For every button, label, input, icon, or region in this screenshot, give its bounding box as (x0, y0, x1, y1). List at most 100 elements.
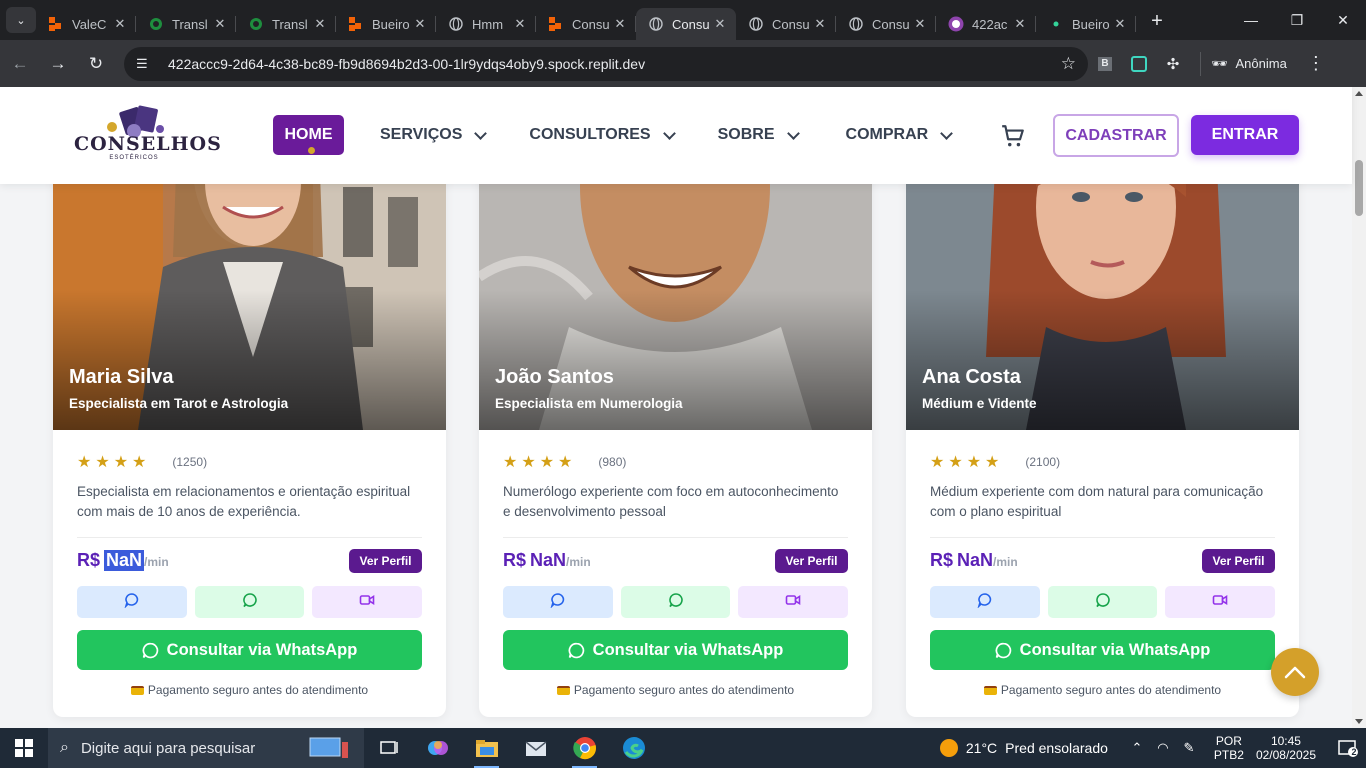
nav-consultants[interactable]: CONSULTORES (529, 126, 676, 144)
close-tab-icon[interactable]: ✕ (612, 16, 628, 32)
credit-card-icon (983, 686, 997, 695)
close-tab-icon[interactable]: ✕ (812, 16, 828, 32)
browser-tab[interactable]: 422ac ✕ (936, 8, 1036, 40)
minimize-icon[interactable]: — (1228, 12, 1274, 29)
incognito-profile[interactable]: 🕶 Anônima (1200, 51, 1297, 76)
back-to-top-button[interactable] (1271, 648, 1319, 696)
video-call-button[interactable] (738, 586, 849, 618)
nav-services[interactable]: SERVIÇOS (380, 126, 488, 144)
tab-title: Bueiro (372, 16, 410, 32)
notifications-icon[interactable]: 2 (1330, 738, 1366, 758)
close-tab-icon[interactable]: ✕ (112, 16, 128, 32)
close-tab-icon[interactable]: ✕ (412, 16, 428, 32)
view-profile-button[interactable]: Ver Perfil (349, 549, 422, 573)
whatsapp-chat-button[interactable] (194, 586, 305, 618)
cart-icon[interactable] (1000, 123, 1026, 149)
task-view-icon[interactable] (364, 728, 413, 768)
divider (77, 537, 422, 538)
view-profile-button[interactable]: Ver Perfil (1202, 549, 1275, 573)
system-tray: 21°C Pred ensolarado ⌃ ◠ ✎ POR PTB2 10:4… (939, 728, 1366, 768)
tab-search-button[interactable]: ⌄ (6, 7, 36, 33)
address-bar[interactable]: ☰ 422accc9-2d64-4c38-bc89-fb9d8694b2d3-0… (124, 46, 1088, 81)
edge-icon[interactable] (609, 728, 658, 768)
browser-tab[interactable]: Bueiro ✕ (336, 8, 436, 40)
close-tab-icon[interactable]: ✕ (1012, 16, 1028, 32)
close-tab-icon[interactable]: ✕ (512, 16, 528, 32)
whatsapp-consult-label: Consultar via WhatsApp (166, 640, 358, 659)
chrome-icon[interactable] (560, 728, 609, 768)
whatsapp-consult-button[interactable]: Consultar via WhatsApp (503, 630, 848, 670)
browser-tab[interactable]: ValeC ✕ (36, 8, 136, 40)
close-tab-icon[interactable]: ✕ (312, 16, 328, 32)
chat-button[interactable] (930, 586, 1040, 618)
active-dot (308, 147, 315, 154)
reload-icon[interactable]: ↻ (78, 46, 114, 82)
browser-tab[interactable]: Consu ✕ (536, 8, 636, 40)
chevron-down-icon (940, 126, 954, 140)
windows-start-icon[interactable] (0, 728, 48, 768)
whatsapp-icon (668, 592, 684, 613)
extension-b-icon[interactable]: B (1088, 56, 1122, 71)
browser-tab[interactable]: Hmm ✕ (436, 8, 536, 40)
consultant-description: Especialista em relacionamentos e orient… (77, 484, 411, 519)
wifi-icon[interactable]: ◠ (1150, 740, 1176, 756)
search-icon: ⌕ (60, 739, 69, 756)
taskbar-search[interactable]: ⌕ Digite aqui para pesquisar (48, 728, 364, 768)
site-settings-icon[interactable]: ☰ (136, 56, 160, 72)
mail-icon[interactable] (511, 728, 560, 768)
restore-icon[interactable]: ❐ (1274, 12, 1320, 29)
close-tab-icon[interactable]: ✕ (212, 16, 228, 32)
scroll-up-icon[interactable] (1355, 91, 1363, 96)
login-button[interactable]: ENTRAR (1191, 115, 1299, 155)
tab-title: ValeC (72, 16, 107, 32)
pen-icon[interactable]: ✎ (1176, 740, 1202, 756)
whatsapp-chat-button[interactable] (1047, 586, 1158, 618)
forward-icon[interactable]: → (40, 46, 76, 82)
extension-square-icon[interactable] (1122, 55, 1156, 72)
chat-button[interactable] (77, 586, 187, 618)
clock[interactable]: 10:45 02/08/2025 (1256, 734, 1316, 762)
video-call-button[interactable] (312, 586, 423, 618)
tab-strip: ValeC ✕ Transl ✕ Transl ✕ Bueiro ✕ Hmm ✕ Consu ✕ Con… (36, 0, 1136, 40)
browser-menu-icon[interactable]: ⋮ (1301, 53, 1331, 74)
copilot-icon[interactable] (413, 728, 462, 768)
browser-tab[interactable]: Transl ✕ (136, 8, 236, 40)
whatsapp-icon (568, 642, 584, 658)
new-tab-button[interactable]: + (1142, 10, 1172, 33)
extensions-puzzle-icon[interactable]: ✣ (1156, 55, 1190, 73)
view-profile-button[interactable]: Ver Perfil (775, 549, 848, 573)
nav-home[interactable]: HOME (273, 115, 344, 155)
browser-tab[interactable]: Consu ✕ (636, 8, 736, 40)
register-button[interactable]: CADASTRAR (1053, 114, 1179, 157)
whatsapp-consult-button[interactable]: Consultar via WhatsApp (930, 630, 1275, 670)
browser-tab[interactable]: Bueiro ✕ (1036, 8, 1136, 40)
nav-about[interactable]: SOBRE (718, 126, 800, 144)
video-call-button[interactable] (1165, 586, 1276, 618)
orange-logo-icon (48, 16, 64, 32)
page-scrollbar[interactable] (1352, 87, 1366, 728)
whatsapp-chat-button[interactable] (620, 586, 731, 618)
back-icon[interactable]: ← (2, 46, 38, 82)
chevron-up-icon[interactable]: ⌃ (1124, 740, 1150, 756)
nav-buy[interactable]: COMPRAR (846, 126, 954, 144)
nav-services-label: SERVIÇOS (380, 126, 463, 143)
language-indicator[interactable]: POR PTB2 (1214, 734, 1244, 762)
whatsapp-consult-label: Consultar via WhatsApp (592, 640, 784, 659)
site-logo[interactable]: CONSELHOS ESOTÉRICOS (74, 105, 221, 165)
scrollbar-thumb[interactable] (1355, 160, 1363, 216)
browser-tab[interactable]: Consu ✕ (736, 8, 836, 40)
close-tab-icon[interactable]: ✕ (912, 16, 928, 32)
whatsapp-consult-button[interactable]: Consultar via WhatsApp (77, 630, 422, 670)
nav-home-label: HOME (284, 126, 333, 143)
bookmark-star-icon[interactable]: ☆ (1061, 54, 1076, 74)
close-tab-icon[interactable]: ✕ (1112, 16, 1128, 32)
browser-tab[interactable]: Consu ✕ (836, 8, 936, 40)
file-explorer-icon[interactable] (462, 728, 511, 768)
scroll-down-icon[interactable] (1355, 719, 1363, 724)
close-window-icon[interactable]: ✕ (1320, 12, 1366, 29)
weather-widget[interactable]: 21°C Pred ensolarado (939, 739, 1108, 757)
close-tab-icon[interactable]: ✕ (712, 16, 728, 32)
chat-button[interactable] (503, 586, 613, 618)
contact-actions (930, 586, 1276, 618)
browser-tab[interactable]: Transl ✕ (236, 8, 336, 40)
